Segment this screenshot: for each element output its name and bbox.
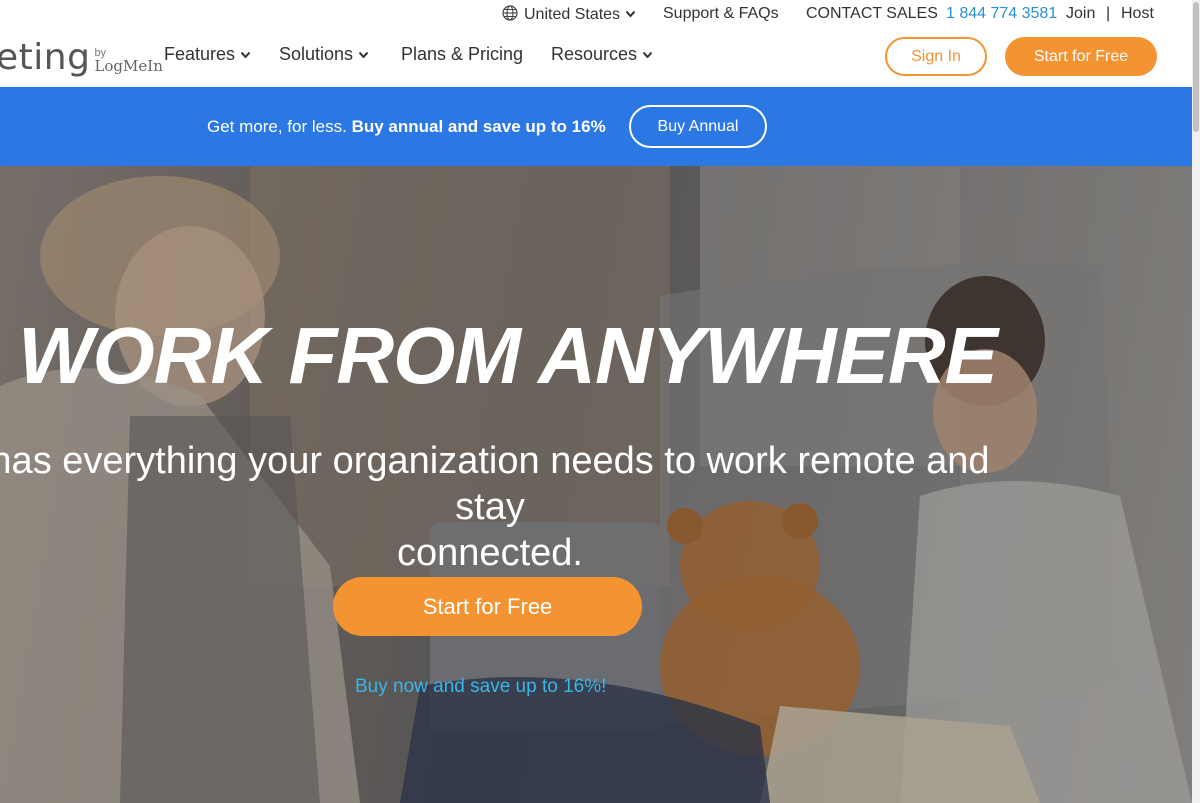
scrollbar-thumb[interactable]	[1193, 2, 1199, 132]
hero-start-free-button[interactable]: Start for Free	[333, 577, 642, 636]
globe-icon	[502, 5, 518, 21]
hero-subtitle-line1: has everything your organization needs t…	[0, 440, 990, 528]
region-label: United States	[524, 6, 621, 23]
phone-link[interactable]: 1 844 774 3581	[946, 5, 1057, 23]
nav-plans-pricing[interactable]: Plans & Pricing	[401, 44, 523, 65]
nav-plans-pricing-label: Plans & Pricing	[401, 44, 524, 64]
utility-bar: United States Support & FAQs CONTACT SAL…	[0, 0, 1192, 28]
nav-features-label: Features	[164, 44, 236, 64]
logo-wordmark: eting	[0, 37, 91, 78]
sign-in-button[interactable]: Sign In	[885, 37, 987, 76]
nav-resources[interactable]: Resources	[551, 44, 653, 65]
buy-annual-button[interactable]: Buy Annual	[629, 105, 767, 148]
main-nav: eting by LogMeIn Features Solutions Plan…	[0, 28, 1192, 86]
start-free-button[interactable]: Start for Free	[1005, 37, 1157, 76]
promo-text: Get more, for less. Buy annual and save …	[207, 117, 606, 137]
nav-resources-label: Resources	[551, 44, 638, 64]
join-link[interactable]: Join	[1066, 5, 1095, 23]
promo-lead: Get more, for less.	[207, 117, 347, 136]
nav-solutions[interactable]: Solutions	[279, 44, 369, 65]
support-link[interactable]: Support & FAQs	[663, 5, 779, 23]
region-selector[interactable]: United States	[502, 5, 636, 24]
logo-brand: LogMeIn	[94, 57, 163, 75]
logo-byline: by LogMeIn	[94, 48, 162, 74]
nav-features[interactable]: Features	[164, 44, 251, 65]
nav-solutions-label: Solutions	[279, 44, 354, 64]
hero-buy-now-link[interactable]: Buy now and save up to 16%!	[355, 676, 606, 698]
host-link[interactable]: Host	[1121, 5, 1154, 23]
chevron-down-icon	[359, 52, 369, 58]
chevron-down-icon	[643, 52, 653, 58]
contact-sales-label: CONTACT SALES	[806, 5, 938, 22]
hero-section: WORK FROM ANYWHERE has everything your o…	[0, 166, 1192, 803]
logo[interactable]: eting by LogMeIn	[0, 34, 163, 78]
hero-subtitle-line2: connected.	[397, 532, 583, 574]
hero-subtitle: has everything your organization needs t…	[0, 438, 990, 576]
chevron-down-icon	[241, 52, 251, 58]
promo-banner: Get more, for less. Buy annual and save …	[0, 87, 1192, 166]
chevron-down-icon	[626, 11, 636, 17]
page-scrollbar[interactable]	[1192, 0, 1200, 803]
separator: |	[1106, 5, 1111, 22]
promo-offer: Buy annual and save up to 16%	[351, 117, 606, 136]
hero-title: WORK FROM ANYWHERE	[18, 311, 998, 400]
